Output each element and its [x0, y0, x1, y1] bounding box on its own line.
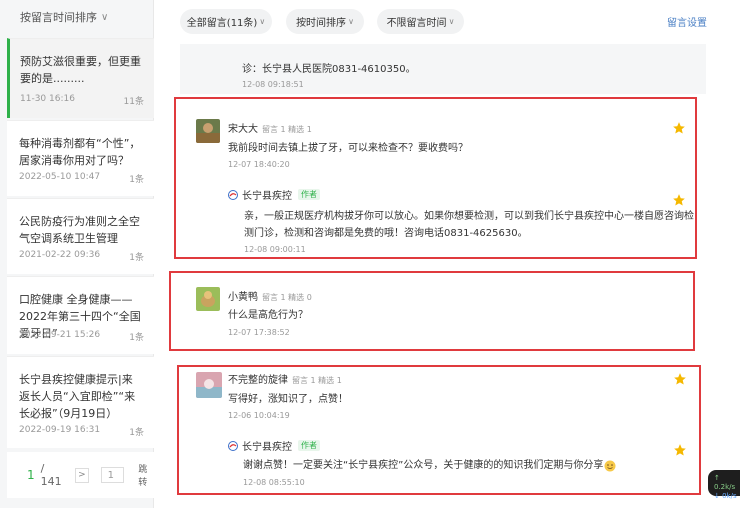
commenter-stats: 留言 1 精选 1: [262, 125, 312, 134]
reply-content-line2: 测门诊，检测和咨询都是免费的哦！咨询电话0831-4625630。: [244, 228, 528, 239]
cdc-logo-icon: [228, 440, 238, 451]
article-meta: 2022-05-10 10:47 1条: [19, 172, 144, 185]
comment-time: 12-07 17:38:52: [228, 328, 290, 337]
article-item-4[interactable]: 口腔健康 全身健康——2022年第三十四个“全国爱牙日” 2022-09-21 …: [7, 276, 154, 354]
commenter-name: 小黄鸭 留言 1 精选 0: [228, 288, 312, 303]
reply-content: 诊：长宁县人民医院0831-4610350。: [242, 64, 416, 75]
reply-author: 长宁县疾控 作者: [228, 438, 320, 453]
reply-time: 12-08 08:55:10: [243, 478, 305, 487]
article-item-3[interactable]: 公民防疫行为准则之全空气空调系统卫生管理 2021-02-22 09:36 1条: [7, 198, 154, 274]
commenter-name: 不完整的旋律 留言 1 精选 1: [228, 371, 342, 386]
author-badge: 作者: [298, 440, 320, 451]
page-number-input[interactable]: 1: [100, 467, 125, 483]
article-count: 1条: [129, 253, 144, 263]
smile-emoji-icon: [604, 460, 616, 471]
author-badge: 作者: [298, 189, 320, 200]
star-icon[interactable]: [673, 443, 687, 457]
star-icon[interactable]: [672, 121, 686, 135]
total-pages: / 141: [40, 462, 62, 488]
network-speed-widget: ↑ 0.2k/s ↓ 0k/s: [708, 470, 740, 500]
comment-card: 宋大大 留言 1 精选 1 我前段时间去镇上拔了牙，可以来检查不？要收费吗？ 12…: [174, 97, 697, 259]
commenter-stats: 留言 1 精选 0: [262, 293, 312, 302]
article-date: 11-30 16:16: [20, 94, 75, 104]
cdc-logo-icon: [228, 189, 238, 200]
reply-content-text: 谢谢点赞！一定要关注“长宁县疾控”公众号，关于健康的的知识我们定期与你分享: [243, 460, 604, 471]
jump-button[interactable]: 跳转: [138, 462, 154, 488]
commenter-name-text: 宋大大: [228, 124, 258, 135]
avatar: [196, 287, 220, 311]
article-meta: 11-30 16:16 11条: [20, 94, 144, 107]
upload-speed: ↑ 0.2k/s: [714, 474, 736, 491]
reply-author: 长宁县疾控 作者: [228, 187, 320, 202]
article-count: 1条: [129, 333, 144, 343]
commenter-name-text: 不完整的旋律: [228, 375, 288, 386]
reply-content: 谢谢点赞！一定要关注“长宁县疾控”公众号，关于健康的的知识我们定期与你分享: [243, 457, 616, 474]
article-date: 2022-05-10 10:47: [19, 172, 101, 182]
article-title: 公民防疫行为准则之全空气空调系统卫生管理: [19, 215, 140, 245]
commenter-name-text: 小黄鸭: [228, 292, 258, 303]
article-item-2[interactable]: 每种消毒剂都有“个性”，居家消毒你用对了吗？ 2022-05-10 10:47 …: [7, 120, 154, 196]
comment-time: 12-07 18:40:20: [228, 160, 290, 169]
download-speed: ↓ 0k/s: [714, 492, 737, 500]
comment-content: 我前段时间去镇上拔了牙，可以来检查不？要收费吗？: [228, 143, 468, 154]
reply-time: 12-08 09:00:11: [244, 245, 306, 254]
previous-reply-tail: 诊：长宁县人民医院0831-4610350。 12-08 09:18:51: [180, 44, 706, 94]
chevron-down-icon: ∨: [101, 11, 109, 23]
commenter-stats: 留言 1 精选 1: [292, 376, 342, 385]
reply-time: 12-08 09:18:51: [242, 80, 304, 89]
star-icon[interactable]: [672, 193, 686, 207]
comment-content: 什么是高危行为？: [228, 310, 308, 321]
article-title: 长宁县疾控健康提示|来返长人员“入宜即检”“来长必报”（9月19日）: [19, 373, 136, 420]
article-item-5[interactable]: 长宁县疾控健康提示|来返长人员“入宜即检”“来长必报”（9月19日） 2022-…: [7, 356, 154, 448]
comment-card: 小黄鸭 留言 1 精选 0 什么是高危行为？ 12-07 17:38:52: [169, 271, 695, 351]
next-page-button[interactable]: >: [75, 467, 89, 483]
sort-label: 按留言时间排序: [20, 11, 97, 24]
reply-author-name: 长宁县疾控: [242, 191, 292, 202]
comment-time: 12-06 10:04:19: [228, 411, 290, 420]
article-date: 2022-09-21 15:26: [19, 330, 101, 340]
commenter-name: 宋大大 留言 1 精选 1: [228, 120, 312, 135]
pagination: 1 / 141 > 1 跳转: [7, 452, 154, 498]
current-page: 1: [27, 468, 35, 482]
article-meta: 2022-09-21 15:26 1条: [19, 330, 144, 343]
article-date: 2021-02-22 09:36: [19, 250, 101, 260]
article-meta: 2022-09-19 16:31 1条: [19, 425, 144, 438]
article-count: 1条: [129, 428, 144, 438]
article-title: 每种消毒剂都有“个性”，居家消毒你用对了吗？: [19, 137, 141, 167]
sort-dropdown[interactable]: 按留言时间排序 ∨: [0, 0, 153, 34]
article-meta: 2021-02-22 09:36 1条: [19, 250, 144, 263]
avatar: [196, 119, 220, 143]
star-icon[interactable]: [673, 372, 687, 386]
avatar: [196, 372, 222, 398]
article-date: 2022-09-19 16:31: [19, 425, 101, 435]
article-title: 预防艾滋很重要，但更重要的是.........: [20, 55, 141, 85]
comment-card: 不完整的旋律 留言 1 精选 1 写得好，涨知识了，点赞！ 12-06 10:04…: [177, 365, 701, 495]
reply-content-line1: 亲，一般正规医疗机构拔牙你可以放心。如果你想要检测，可以到我们长宁县疾控中心一楼…: [244, 211, 694, 222]
article-item-1[interactable]: 预防艾滋很重要，但更重要的是......... 11-30 16:16 11条: [7, 38, 154, 118]
article-count: 1条: [129, 175, 144, 185]
comment-content: 写得好，涨知识了，点赞！: [228, 394, 348, 405]
article-count: 11条: [123, 97, 144, 107]
reply-author-name: 长宁县疾控: [242, 442, 292, 453]
